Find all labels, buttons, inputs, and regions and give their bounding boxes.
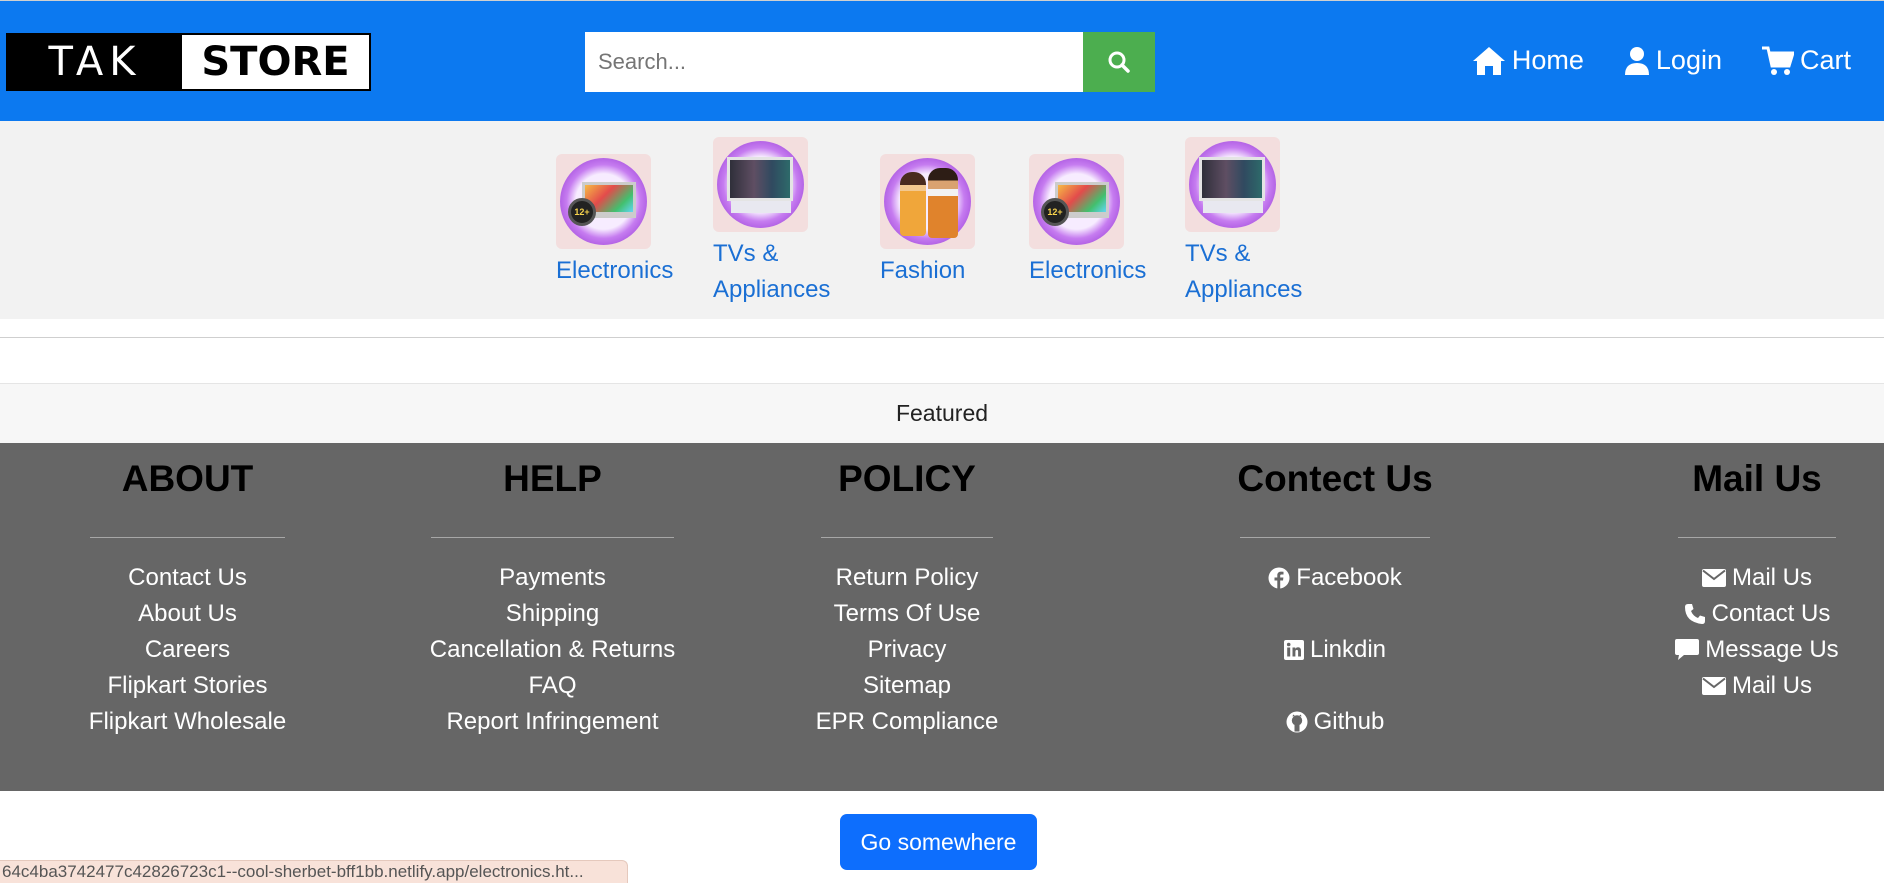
tv-appliances-image	[1185, 137, 1280, 232]
search-bar	[585, 32, 1155, 92]
footer-link[interactable]: Sitemap	[821, 668, 993, 704]
footer-link[interactable]: Cancellation & Returns	[430, 632, 675, 668]
footer-link[interactable]: Flipkart Wholesale	[89, 704, 286, 740]
footer-mail-column: Mail Us Mail Us Contact Us Message Us Ma…	[1673, 453, 1841, 704]
cart-icon	[1761, 46, 1794, 75]
category-tv-appliances[interactable]: TVs & Appliances	[713, 137, 830, 308]
linkedin-icon	[1283, 640, 1304, 660]
contact-us-link[interactable]: Contact Us	[1673, 596, 1841, 632]
footer-about-title: ABOUT	[121, 458, 254, 499]
footer-mail-title: Mail Us	[1692, 458, 1822, 499]
mail-us-label: Mail Us	[1731, 672, 1812, 699]
footer-link[interactable]: Flipkart Stories	[90, 668, 285, 704]
category-fashion[interactable]: Fashion	[880, 154, 975, 289]
linkedin-label: Linkdin	[1309, 636, 1387, 663]
category-bar: 12+ Electronics TVs & Appliances Fashion…	[0, 121, 1884, 319]
footer-contact-title: Contect Us	[1237, 458, 1433, 499]
footer-divider	[431, 537, 674, 538]
home-icon	[1472, 46, 1505, 75]
footer-policy-column: POLICY Return Policy Terms Of Use Privac…	[816, 453, 999, 740]
linkedin-link[interactable]: Linkdin	[1225, 632, 1445, 668]
nav-login-label: Login	[1655, 45, 1722, 75]
category-label: Appliances	[713, 276, 831, 303]
nav-home-label: Home	[1511, 45, 1584, 75]
footer-help-title: HELP	[503, 458, 602, 499]
footer-link[interactable]: Shipping	[431, 596, 674, 632]
category-label: TVs &	[1185, 240, 1251, 267]
search-button[interactable]	[1083, 32, 1155, 92]
mail-us-link[interactable]: Mail Us	[1673, 668, 1841, 704]
message-us-label: Message Us	[1705, 636, 1839, 663]
footer-link[interactable]: Careers	[90, 632, 285, 668]
category-tv-appliances[interactable]: TVs & Appliances	[1185, 137, 1302, 308]
footer-link[interactable]: Privacy	[821, 632, 993, 668]
facebook-link[interactable]: Facebook	[1225, 560, 1445, 596]
featured-header: Featured	[0, 383, 1884, 443]
nav-home-link[interactable]: Home	[1472, 45, 1584, 76]
store-logo[interactable]: TAK STORE	[6, 33, 371, 91]
contact-us-label: Contact Us	[1711, 600, 1831, 627]
logo-text-right: STORE	[182, 35, 369, 89]
go-somewhere-button[interactable]: Go somewhere	[840, 814, 1037, 870]
site-footer: ABOUT Contact Us About Us Careers Flipka…	[0, 443, 1884, 791]
mail-us-label: Mail Us	[1731, 564, 1812, 591]
footer-link[interactable]: Report Infringement	[431, 704, 674, 740]
envelope-icon	[1701, 569, 1726, 587]
link-preview-status: 64c4ba3742477c42826723c1--cool-sherbet-b…	[0, 860, 628, 883]
footer-divider	[1678, 537, 1836, 538]
footer-divider	[821, 537, 993, 538]
github-icon	[1286, 711, 1308, 733]
category-label: TVs &	[713, 240, 779, 267]
logo-text-left: TAK	[8, 35, 182, 89]
facebook-label: Facebook	[1296, 564, 1402, 591]
footer-link[interactable]: About Us	[90, 596, 285, 632]
github-label: Github	[1313, 708, 1385, 735]
nav-login-link[interactable]: Login	[1624, 45, 1722, 76]
footer-link[interactable]: Contact Us	[90, 560, 285, 596]
electronics-image: 12+	[556, 154, 651, 249]
nav-cart-label: Cart	[1799, 45, 1851, 75]
category-electronics[interactable]: 12+ Electronics	[1029, 154, 1146, 289]
search-icon	[1108, 51, 1130, 73]
footer-help-column: HELP Payments Shipping Cancellation & Re…	[430, 453, 675, 740]
category-electronics[interactable]: 12+ Electronics	[556, 154, 673, 289]
message-icon	[1675, 639, 1700, 660]
category-label: Appliances	[1185, 276, 1303, 303]
mail-us-link[interactable]: Mail Us	[1673, 560, 1841, 596]
search-input[interactable]	[585, 32, 1083, 92]
phone-icon	[1684, 604, 1705, 624]
message-us-link[interactable]: Message Us	[1673, 632, 1841, 668]
top-navbar: TAK STORE Home Login	[0, 0, 1884, 121]
footer-link[interactable]: Return Policy	[821, 560, 993, 596]
category-label: Electronics	[1029, 257, 1147, 284]
footer-link[interactable]: EPR Compliance	[816, 704, 999, 740]
fashion-image	[880, 154, 975, 249]
footer-policy-title: POLICY	[838, 458, 976, 499]
tv-appliances-image	[713, 137, 808, 232]
footer-divider	[90, 537, 285, 538]
category-label: Fashion	[880, 257, 966, 284]
footer-about-column: ABOUT Contact Us About Us Careers Flipka…	[89, 453, 286, 740]
footer-link[interactable]: FAQ	[431, 668, 674, 704]
user-icon	[1624, 46, 1649, 75]
footer-contact-column: Contect Us Facebook Linkdin Github	[1225, 453, 1445, 740]
footer-divider	[1240, 537, 1430, 538]
nav-links: Home Login Cart	[1472, 45, 1851, 76]
envelope-icon	[1701, 677, 1726, 695]
github-link[interactable]: Github	[1225, 704, 1445, 740]
footer-link[interactable]: Terms Of Use	[821, 596, 993, 632]
facebook-icon	[1268, 567, 1290, 589]
electronics-image: 12+	[1029, 154, 1124, 249]
card-divider	[0, 337, 1884, 383]
category-label: Electronics	[556, 257, 674, 284]
footer-link[interactable]: Payments	[431, 560, 674, 596]
nav-cart-link[interactable]: Cart	[1761, 45, 1851, 76]
